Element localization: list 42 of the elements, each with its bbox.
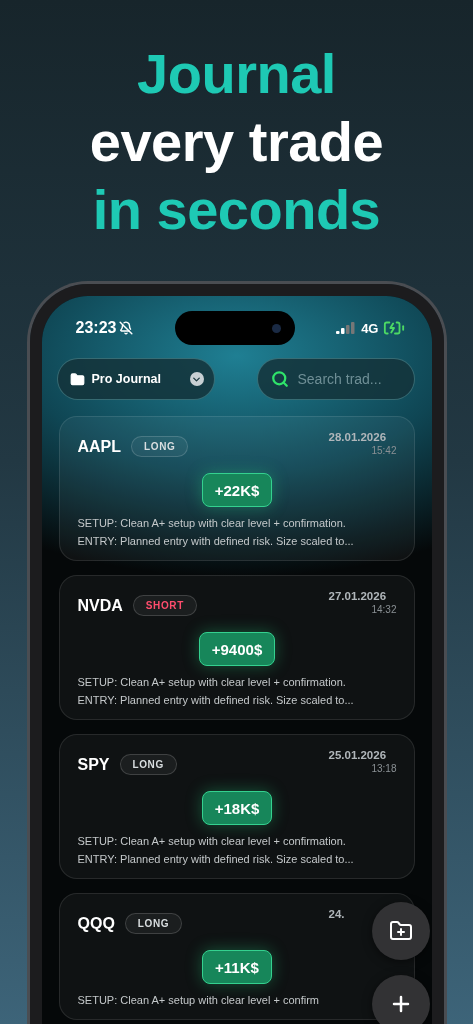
pnl-badge: +9400$ — [198, 632, 276, 666]
trade-card[interactable]: SPY LONG 25.01.2026 13:18 +18K$ SETUP: Clean A+ setup with clear level + confirmation. ENTRY: Planned entry with defined risk. Size scaled to... — [58, 734, 415, 879]
pnl-badge: +22K$ — [201, 473, 273, 507]
trade-time: 13:18 — [371, 763, 397, 774]
trade-time: 14:32 — [371, 604, 397, 615]
trade-time: 15:42 — [371, 445, 397, 456]
pnl-badge: +11K$ — [202, 950, 272, 984]
headline: in seconds — [92, 177, 381, 243]
headline: every trade — [89, 109, 384, 175]
trade-card[interactable]: NVDA SHORT 27.01.2026 14:32 +9400$ SETUP: Clean A+ setup with clear level + confirmation. ENTRY: Planned entry with defined risk. Size scaled to... — [58, 575, 415, 720]
trade-card[interactable]: AAPL LONG 28.01.2026 15:42 +22K$ SETUP: Clean A+ setup with clear level + confirmation. ENTRY: Planned entry with defined risk. Size scaled to... — [58, 416, 415, 561]
trade-symbol: SPY — [77, 755, 110, 774]
trade-date: 25.01.2026 — [328, 749, 387, 761]
direction-tag: LONG — [119, 754, 177, 775]
chevron-down-icon — [189, 372, 204, 386]
trade-date: 27.01.2026 — [328, 590, 387, 602]
trade-symbol: QQQ — [77, 914, 115, 933]
direction-tag: LONG — [124, 913, 183, 934]
trade-symbol: AAPL — [77, 437, 122, 456]
direction-tag: SHORT — [132, 595, 197, 616]
status-time: 23:23 — [75, 319, 117, 337]
add-button[interactable] — [371, 975, 430, 1024]
signal-icon — [336, 322, 357, 334]
headline: Journal — [137, 41, 336, 107]
folder-plus-icon — [388, 919, 413, 943]
trade-card[interactable]: QQQ LONG 24. +11K$ SETUP: Clean A+ setup with clear level + confirm — [58, 893, 415, 1020]
trade-notes: SETUP: Clean A+ setup with clear level + confirmation. ENTRY: Planned entry with defined risk. Size scaled to... — [77, 675, 354, 708]
pnl-badge: +18K$ — [201, 791, 273, 825]
bell-off-icon — [119, 321, 134, 335]
search-icon — [270, 370, 289, 388]
direction-tag: LONG — [131, 436, 189, 457]
journal-picker[interactable]: Pro Journal — [56, 358, 215, 400]
trade-date: 24. — [328, 908, 345, 920]
trade-notes: SETUP: Clean A+ setup with clear level + confirm — [77, 993, 319, 1008]
trade-date: 28.01.2026 — [328, 431, 387, 443]
folder-icon — [69, 371, 85, 387]
trade-symbol: NVDA — [77, 596, 123, 615]
trade-notes: SETUP: Clean A+ setup with clear level + confirmation. ENTRY: Planned entry with defined risk. Size scaled to... — [77, 834, 354, 867]
search-field[interactable]: Search trad... — [256, 358, 415, 400]
network-type: 4G — [361, 320, 379, 336]
trade-notes: SETUP: Clean A+ setup with clear level + confirmation. ENTRY: Planned entry with defined risk. Size scaled to... — [77, 516, 354, 549]
camera-lens — [271, 323, 281, 333]
